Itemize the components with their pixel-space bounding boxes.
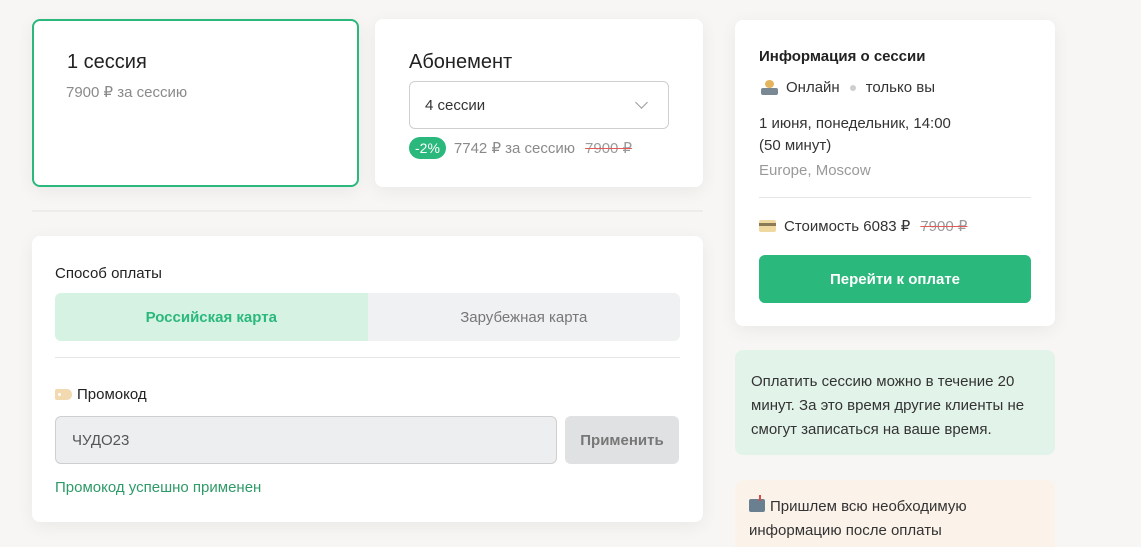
session-datetime: 1 июня, понедельник, 14:00: [759, 115, 951, 132]
cost-row: Стоимость 6083 ₽ 7900 ₽: [759, 217, 967, 235]
promo-label-row: Промокод: [55, 386, 147, 403]
mailbox-icon: [749, 495, 765, 512]
payment-divider: [55, 357, 680, 358]
info-after-text: Пришлем всю необходимую информацию после…: [749, 498, 967, 539]
session-participants: только вы: [865, 79, 935, 96]
tab-foreign-card[interactable]: Зарубежная карта: [367, 293, 680, 341]
sessions-count-value: 4 сессии: [425, 96, 486, 114]
promo-label: Промокод: [77, 386, 147, 403]
go-to-payment-button[interactable]: Перейти к оплате: [759, 255, 1031, 303]
cost-old-price: 7900 ₽: [920, 218, 968, 235]
tag-icon: [55, 389, 72, 400]
tariff-card-subscription[interactable]: Абонемент 4 сессии -2% 7742 ₽ за сессию …: [375, 19, 703, 187]
dot-separator: [849, 84, 856, 91]
chevron-down-icon: [635, 96, 648, 109]
subscription-price-row: -2% 7742 ₽ за сессию 7900 ₽: [409, 137, 632, 159]
sessions-count-select[interactable]: 4 сессии: [409, 81, 669, 129]
payment-method-tabs: Российская карта Зарубежная карта: [55, 293, 680, 341]
promo-success-message: Промокод успешно применен: [55, 479, 262, 496]
payment-window-notice: Оплатить сессию можно в течение 20 минут…: [735, 350, 1055, 455]
info-after-payment-notice: Пришлем всю необходимую информацию после…: [735, 480, 1055, 547]
credit-card-icon: [759, 220, 776, 232]
session-datetime-block: 1 июня, понедельник, 14:00 (50 минут): [759, 113, 1039, 157]
tariff-single-price: 7900 ₽ за сессию: [66, 84, 188, 101]
subscription-price: 7742 ₽ за сессию: [453, 140, 576, 157]
subscription-old-price: 7900 ₽: [585, 140, 633, 157]
session-info-divider: [759, 197, 1031, 198]
tariff-subscription-title: Абонемент: [409, 51, 513, 73]
payment-method-label: Способ оплаты: [55, 265, 162, 282]
tariff-card-single[interactable]: 1 сессия 7900 ₽ за сессию: [32, 19, 359, 187]
section-divider: [32, 210, 703, 212]
laptop-person-icon: [761, 80, 778, 95]
cost-label: Стоимость 6083 ₽: [784, 218, 911, 235]
discount-badge: -2%: [409, 137, 446, 159]
session-mode-row: Онлайн только вы: [761, 79, 935, 96]
payment-window-text: Оплатить сессию можно в течение 20 минут…: [751, 373, 1025, 438]
tariff-single-title: 1 сессия: [67, 51, 147, 73]
promo-code-input[interactable]: [55, 416, 557, 464]
session-info-heading: Информация о сессии: [759, 48, 926, 65]
payment-panel: Способ оплаты Российская карта Зарубежна…: [32, 236, 703, 522]
session-timezone: Europe, Moscow: [759, 162, 871, 179]
tab-russian-card[interactable]: Российская карта: [55, 293, 368, 341]
session-duration: (50 минут): [759, 137, 832, 154]
session-mode: Онлайн: [786, 79, 840, 96]
session-info-panel: Информация о сессии Онлайн только вы 1 и…: [735, 20, 1055, 326]
apply-promo-button[interactable]: Применить: [565, 416, 679, 464]
